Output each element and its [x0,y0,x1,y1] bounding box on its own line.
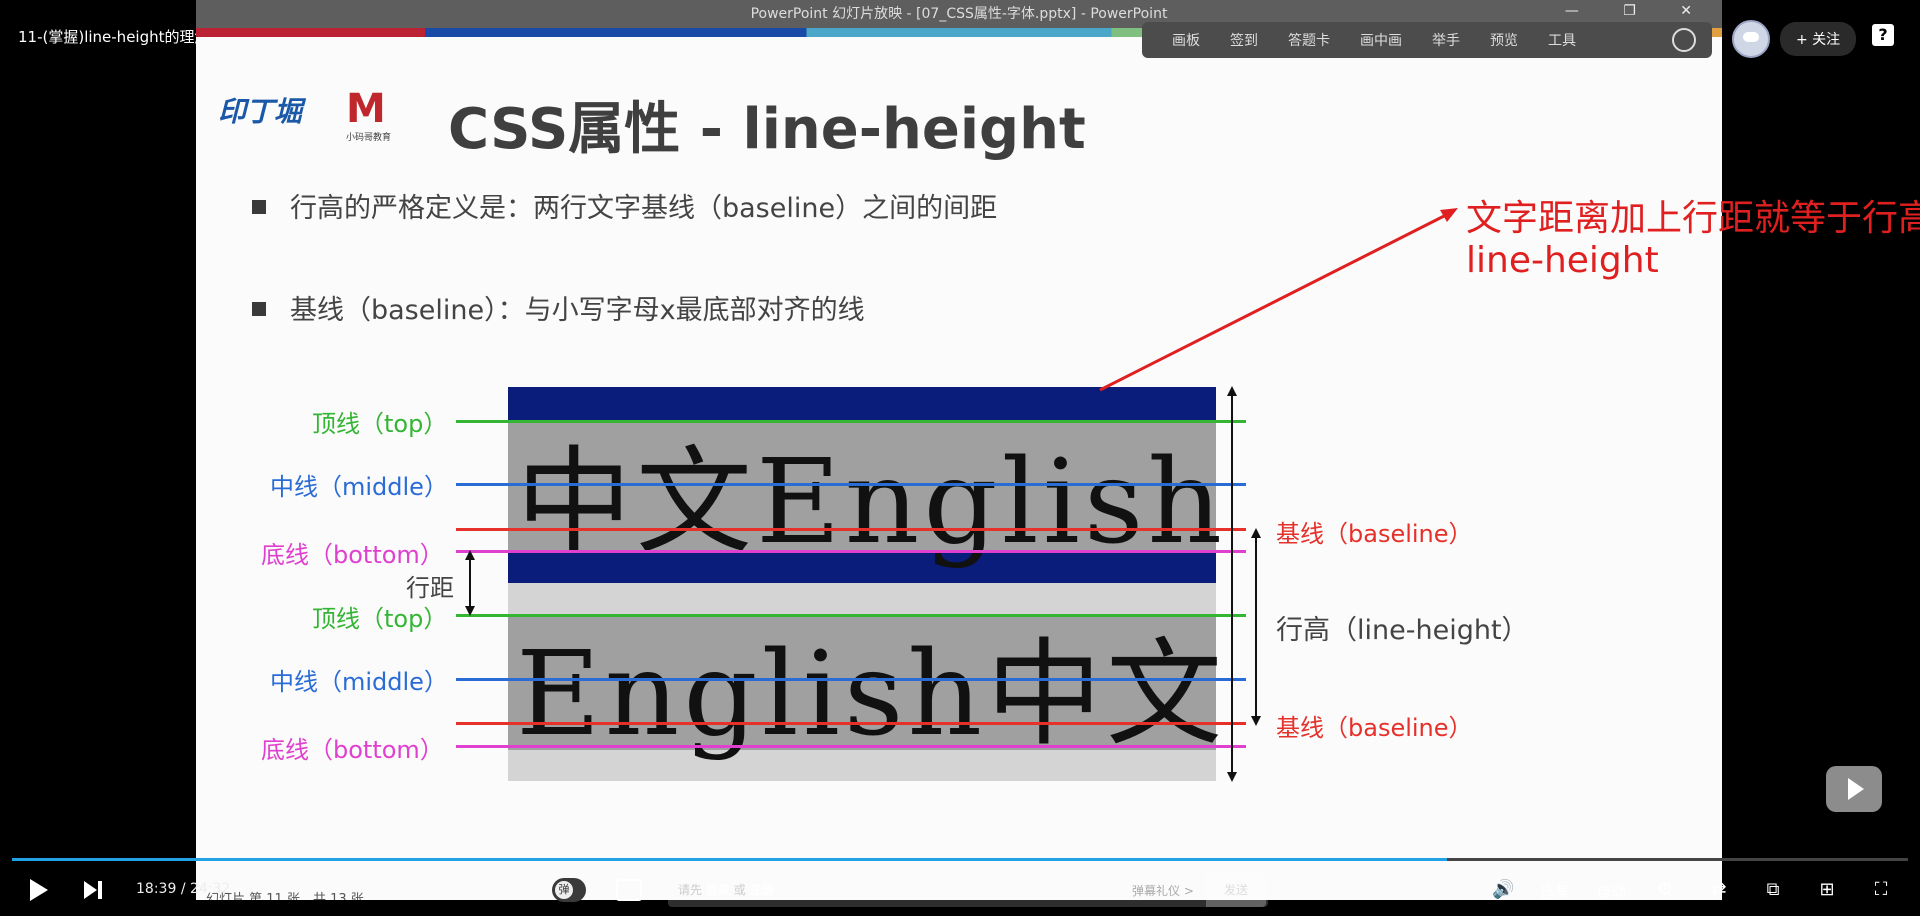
logo-xiaomage: M 小码哥教育 [346,86,392,143]
toolbar-item[interactable]: 画板 [1172,30,1200,50]
settings-gear-icon[interactable]: ⚙ [1654,880,1676,900]
toolbar-item[interactable]: 举手 [1432,30,1460,50]
bullet-1: 行高的严格定义是：两行文字基线（baseline）之间的间距 [252,186,997,225]
danmaku-settings-icon[interactable] [616,879,642,901]
time-display: 18:39 / 24:32 [136,881,231,897]
uploader-avatar[interactable] [1732,20,1770,58]
send-button[interactable]: 发送 [1206,873,1266,907]
dimension-arrows [465,386,1261,782]
danmaku-icon: 弹 [555,881,573,899]
power-icon[interactable] [1672,28,1696,52]
bullet-square-icon [252,301,266,316]
tv-mascot-icon[interactable] [1826,766,1882,812]
follow-button[interactable]: + 关注 [1780,22,1857,56]
uploader-area: + 关注 [1732,20,1857,58]
ppt-toolbar: 画板 签到 答题卡 画中画 举手 预览 工具 [1142,22,1712,58]
logo-mingdeng: 印丁堀 [218,95,303,128]
toolbar-item[interactable]: 画中画 [1360,30,1402,50]
danmaku-etiquette-link[interactable]: 弹幕礼仪 > [1132,882,1194,899]
episodes-button[interactable]: 选集 [1540,881,1570,902]
toolbar-item[interactable]: 答题卡 [1288,30,1330,50]
play-icon[interactable] [30,879,48,901]
quality-button[interactable]: 自动 [1596,881,1626,902]
progress-fill [12,858,1448,861]
player-controls: 18:39 / 24:32 弹 请先 登录 或 注册 弹幕礼仪 > 发送 🔊 选… [0,868,1920,916]
toolbar-item[interactable]: 工具 [1548,30,1576,50]
bullet-2: 基线（baseline）：与小写字母x最底部对齐的线 [252,288,865,327]
progress-bar[interactable] [12,858,1908,861]
widescreen-icon[interactable]: ⊞ [1816,880,1838,900]
annotation-text: 文字距离加上行距就等于行高 line-height [1466,198,1920,281]
toolbar-item[interactable]: 签到 [1230,30,1258,50]
danmaku-toggle[interactable]: 弹 [552,878,586,902]
toolbar-item[interactable]: 预览 [1490,30,1518,50]
video-frame[interactable]: PowerPoint 幻灯片放映 - [07_CSS属性-字体.pptx] - … [196,0,1722,900]
help-icon[interactable]: ? [1872,24,1894,46]
next-icon[interactable] [84,881,104,899]
login-link: 登录 [705,883,730,897]
fullscreen-icon[interactable]: ⛶ [1870,880,1892,900]
volume-icon[interactable]: 🔊 [1492,880,1514,900]
register-link: 注册 [749,883,774,897]
window-controls: — ❐ ✕ [1564,3,1712,19]
loop-off-icon[interactable]: ⇄ [1708,880,1730,900]
line-height-diagram: 中文English English中文 顶线（top） 中线（middle） 底… [196,360,1722,800]
bullet-square-icon [252,199,266,214]
slide-title: CSS属性 - line-height [448,97,1086,162]
pip-icon[interactable]: ⧉ [1762,880,1784,900]
